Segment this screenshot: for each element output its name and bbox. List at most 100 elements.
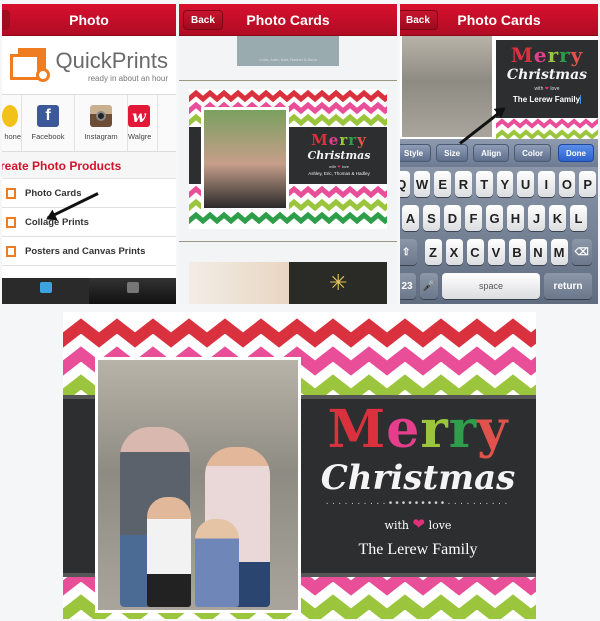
- key-b[interactable]: B: [508, 239, 526, 265]
- key-x[interactable]: X: [445, 239, 463, 265]
- walgreens-w-icon: w: [128, 105, 150, 127]
- product-photo-cards[interactable]: Photo Cards: [2, 179, 176, 208]
- source-facebook[interactable]: f Facebook: [22, 95, 75, 151]
- instagram-camera-icon: [90, 105, 112, 127]
- color-button[interactable]: Color: [514, 144, 552, 162]
- key-o[interactable]: O: [558, 171, 576, 197]
- source-instagram[interactable]: Instagram: [75, 95, 128, 151]
- nav-title: Photo: [69, 11, 109, 28]
- person-photo-icon: [39, 282, 52, 293]
- featured-card-thumbnail[interactable]: Merry Christmas with ❤ love Ashley, Eric…: [189, 89, 387, 229]
- card-names: Ashley, Eric, Thomas & Hadley: [308, 171, 370, 176]
- chevron-stripe: [189, 211, 387, 225]
- space-key[interactable]: space: [442, 273, 540, 299]
- key-i[interactable]: I: [537, 171, 555, 197]
- quickprints-clock-photo-icon: [10, 48, 50, 82]
- photo-source-row: hone f Facebook Instagram w Walgre: [2, 94, 176, 152]
- key-n[interactable]: N: [529, 239, 547, 265]
- collage-icon: [6, 216, 16, 228]
- text-cursor: [580, 95, 582, 105]
- key-s[interactable]: S: [423, 205, 440, 231]
- next-card-thumbnail[interactable]: ✳: [189, 262, 387, 304]
- source-walgreens[interactable]: w Walgre: [128, 95, 158, 151]
- done-button[interactable]: Done: [558, 144, 594, 162]
- quickprints-logo: QuickPrints ready in about an hour: [2, 36, 176, 92]
- on-screen-keyboard: QWERTYUIOP ASDFGHJKL ⇧ ZXCVBNM ⌫ 23 🎤 sp…: [400, 167, 598, 304]
- albums-tab[interactable]: [89, 278, 176, 304]
- key-g[interactable]: G: [486, 205, 503, 231]
- chevron-stripes: [482, 118, 598, 139]
- dotted-divider: ··········•••••••••··········: [325, 498, 511, 509]
- key-y[interactable]: Y: [496, 171, 514, 197]
- shift-key[interactable]: ⇧: [400, 239, 417, 265]
- key-l[interactable]: L: [570, 205, 587, 231]
- christmas-title: Christmas: [320, 458, 516, 498]
- key-r[interactable]: R: [455, 171, 472, 197]
- source-iphone[interactable]: hone: [2, 95, 22, 151]
- star-icon: ✳: [329, 270, 348, 295]
- christmas-title: Christmas: [506, 67, 588, 83]
- christmas-title: Christmas: [307, 149, 371, 162]
- photo-card-icon: [6, 187, 16, 199]
- heart-icon: ❤: [337, 164, 341, 169]
- family-photo: [95, 357, 301, 613]
- section-title: reate Photo Products: [2, 152, 176, 179]
- key-f[interactable]: F: [465, 205, 482, 231]
- heart-icon: ❤: [544, 86, 549, 92]
- key-d[interactable]: D: [444, 205, 461, 231]
- merry-title: Merry: [510, 43, 584, 67]
- numbers-key[interactable]: 23: [400, 273, 416, 299]
- key-e[interactable]: E: [434, 171, 452, 197]
- home-button[interactable]: [2, 10, 10, 30]
- key-p[interactable]: P: [579, 171, 597, 197]
- divider: [179, 241, 397, 242]
- text-format-toolbar: Style Size Align Color Done: [400, 139, 598, 167]
- key-u[interactable]: U: [517, 171, 534, 197]
- poster-icon: [6, 245, 16, 257]
- key-q[interactable]: Q: [400, 171, 410, 197]
- photo-cards-gallery: Back Photo Cards Love, Josh, Kari, Rache…: [179, 4, 397, 304]
- chalkboard: Merry Christmas with ❤ love The Lerew Fa…: [496, 40, 598, 118]
- key-v[interactable]: V: [487, 239, 505, 265]
- product-collage-prints[interactable]: Collage Prints: [2, 208, 176, 237]
- brand-name: QuickPrints: [55, 47, 168, 73]
- tab-bar: [2, 278, 176, 304]
- align-button[interactable]: Align: [473, 144, 510, 162]
- key-a[interactable]: A: [402, 205, 419, 231]
- back-button[interactable]: Back: [400, 10, 438, 30]
- divider: [179, 80, 397, 81]
- key-c[interactable]: C: [466, 239, 484, 265]
- chevron-stripe: [482, 129, 598, 139]
- nav-bar: Back Photo Cards: [400, 4, 598, 36]
- facebook-icon: f: [37, 105, 59, 127]
- with-love-line: with ❤ love: [384, 515, 452, 533]
- final-card-preview: Merry Christmas ··········•••••••••·····…: [63, 312, 536, 619]
- app-home-screen: Photo QuickPrints ready in about an hour…: [2, 4, 176, 304]
- product-posters-canvas[interactable]: Posters and Canvas Prints: [2, 237, 176, 266]
- key-w[interactable]: W: [413, 171, 431, 197]
- key-t[interactable]: T: [475, 171, 493, 197]
- key-h[interactable]: H: [507, 205, 524, 231]
- card-thumbnail[interactable]: Love, Josh, Kari, Rachel & Anna: [237, 36, 339, 66]
- family-name-text-field[interactable]: The Lerew Family: [496, 95, 598, 105]
- microphone-key[interactable]: 🎤: [420, 273, 438, 299]
- key-z[interactable]: Z: [424, 239, 442, 265]
- style-button[interactable]: Style: [400, 144, 432, 162]
- merry-title: Merry: [311, 131, 367, 149]
- sunflower-photos-icon: [2, 105, 18, 127]
- back-button[interactable]: Back: [183, 10, 223, 30]
- delete-key[interactable]: ⌫: [571, 239, 592, 265]
- size-button[interactable]: Size: [436, 144, 469, 162]
- key-j[interactable]: J: [528, 205, 545, 231]
- key-k[interactable]: K: [549, 205, 566, 231]
- chevron-stripe: [482, 118, 598, 129]
- card-editor: Back Photo Cards Merry Christmas with ❤ …: [400, 4, 598, 304]
- return-key[interactable]: return: [544, 273, 592, 299]
- family-name: The Lerew Family: [358, 541, 478, 558]
- photo-tab[interactable]: [2, 278, 89, 304]
- key-m[interactable]: M: [550, 239, 568, 265]
- nav-title: Photo Cards: [457, 11, 541, 28]
- merry-title: Merry: [327, 399, 509, 460]
- heart-icon: ❤: [412, 515, 426, 533]
- nav-bar: Photo: [2, 4, 176, 36]
